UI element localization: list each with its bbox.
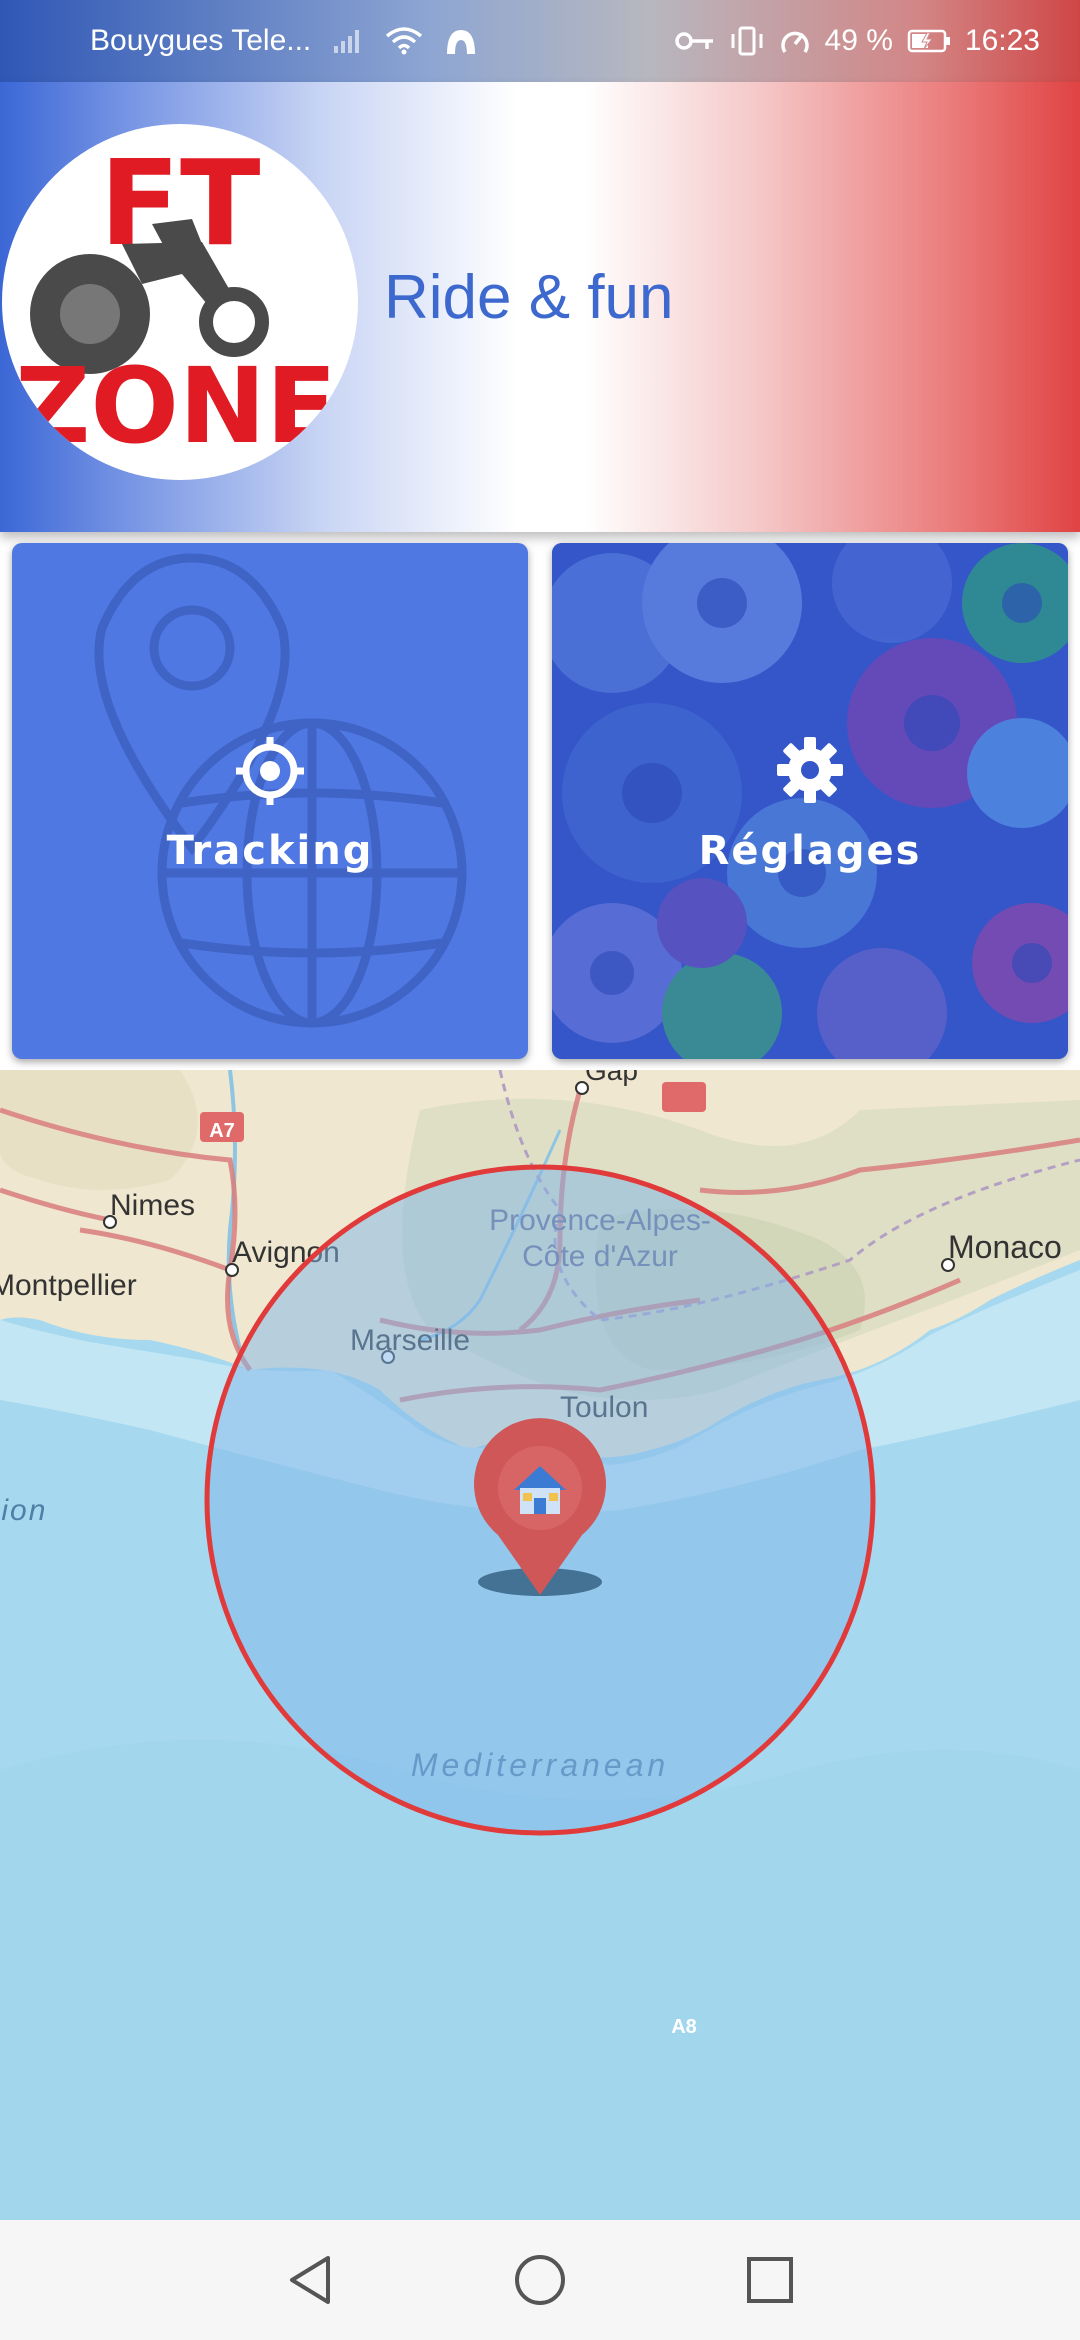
vpn-icon — [445, 26, 477, 56]
gear-icon — [775, 735, 845, 809]
app-tagline: Ride & fun — [384, 263, 674, 332]
map-label-gulf-of-lion: Gulf of Lion — [0, 1494, 47, 1527]
clock: 16:23 — [964, 24, 1040, 57]
back-icon — [290, 2256, 330, 2304]
back-button[interactable] — [270, 2240, 350, 2320]
settings-label: Réglages — [698, 828, 922, 874]
map-label-nimes: Nimes — [110, 1189, 195, 1222]
status-bar: Bouygues Tele... 49 % 16:23 — [0, 0, 1080, 82]
key-icon — [674, 29, 715, 53]
signal-icon — [333, 28, 363, 54]
recents-button[interactable] — [730, 2240, 810, 2320]
wifi-icon — [385, 26, 423, 56]
road-shield-a7: A7 — [200, 1112, 244, 1142]
home-button[interactable] — [500, 2240, 580, 2320]
battery-charging-icon — [907, 28, 951, 54]
shield-a7-text: A7 — [209, 1120, 235, 1142]
home-circle-icon — [515, 2255, 565, 2305]
app-logo: FT ZONE — [2, 124, 358, 480]
shield-a8-text: A8 — [671, 2016, 697, 2038]
battery-percent: 49 % — [824, 24, 893, 57]
map-label-montpellier: Montpellier — [0, 1269, 137, 1302]
map-label-monaco: Monaco — [948, 1229, 1062, 1265]
recents-icon — [747, 2257, 793, 2303]
settings-tile[interactable]: Réglages — [552, 543, 1068, 1059]
tracking-tile[interactable]: Tracking — [12, 543, 528, 1059]
data-saver-icon — [779, 26, 811, 56]
system-nav-bar — [0, 2220, 1080, 2340]
map-label-gap: Gap — [585, 1070, 638, 1086]
vibrate-icon — [729, 26, 765, 56]
logo-text-bottom: ZONE — [15, 345, 337, 467]
carrier-name: Bouygues Tele... — [90, 24, 312, 57]
app-header: FT ZONE Ride & fun — [0, 82, 1080, 532]
tracking-label: Tracking — [166, 828, 374, 874]
map-view[interactable]: A7 A8 Gap Avignon Nimes Montpellier Mona… — [0, 1070, 1080, 2220]
target-icon — [234, 735, 306, 811]
